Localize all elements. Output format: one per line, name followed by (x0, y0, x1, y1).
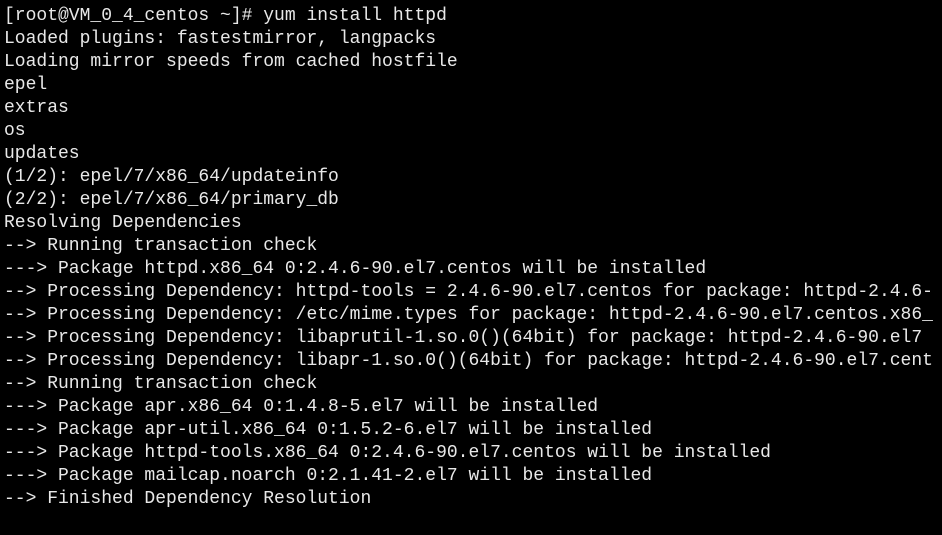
terminal-line: ---> Package httpd-tools.x86_64 0:2.4.6-… (4, 443, 771, 463)
terminal-line: (1/2): epel/7/x86_64/updateinfo (4, 167, 339, 187)
terminal-line: --> Processing Dependency: libaprutil-1.… (4, 328, 923, 348)
terminal-line: ---> Package apr-util.x86_64 0:1.5.2-6.e… (4, 420, 653, 440)
terminal-line: epel (4, 75, 48, 95)
terminal-line: (2/2): epel/7/x86_64/primary_db (4, 190, 339, 210)
terminal-line: --> Running transaction check (4, 374, 318, 394)
terminal-line: --> Processing Dependency: httpd-tools =… (4, 282, 933, 302)
terminal-line: Loaded plugins: fastestmirror, langpacks (4, 29, 437, 49)
terminal-line: ---> Package httpd.x86_64 0:2.4.6-90.el7… (4, 259, 707, 279)
terminal-line: [root@VM_0_4_centos ~]# yum install http… (4, 6, 447, 26)
terminal-line: --> Processing Dependency: /etc/mime.typ… (4, 305, 933, 325)
terminal-line: --> Finished Dependency Resolution (4, 489, 372, 509)
terminal-window[interactable]: [root@VM_0_4_centos ~]# yum install http… (0, 0, 942, 535)
terminal-line: ---> Package mailcap.noarch 0:2.1.41-2.e… (4, 466, 653, 486)
terminal-line: updates (4, 144, 80, 164)
terminal-line: os (4, 121, 26, 141)
terminal-line: ---> Package apr.x86_64 0:1.4.8-5.el7 wi… (4, 397, 599, 417)
terminal-line: Loading mirror speeds from cached hostfi… (4, 52, 458, 72)
terminal-line: extras (4, 98, 69, 118)
terminal-line: Resolving Dependencies (4, 213, 242, 233)
terminal-line: --> Processing Dependency: libapr-1.so.0… (4, 351, 933, 371)
terminal-output: [root@VM_0_4_centos ~]# yum install http… (4, 5, 942, 511)
terminal-line: --> Running transaction check (4, 236, 318, 256)
